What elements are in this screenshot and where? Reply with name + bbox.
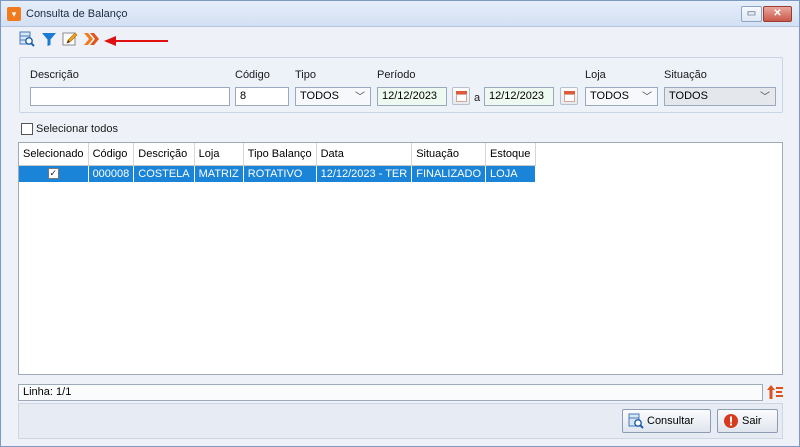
bottom-button-panel: Consultar Sair xyxy=(18,403,783,439)
window-title: Consulta de Balanço xyxy=(26,8,128,20)
consultar-button[interactable]: Consultar xyxy=(622,409,711,433)
status-bar: Linha: 1/1 xyxy=(18,384,763,401)
row-checkbox[interactable]: ✓ xyxy=(47,168,59,180)
sair-button[interactable]: Sair xyxy=(717,409,778,433)
search-grid-icon xyxy=(628,413,644,429)
descricao-label: Descrição xyxy=(30,69,79,81)
situacao-label: Situação xyxy=(664,69,707,81)
column-header[interactable]: Estoque xyxy=(485,143,537,166)
restore-button[interactable]: ▭ xyxy=(741,6,762,22)
select-all-label: Selecionar todos xyxy=(36,123,118,135)
column-header[interactable]: Descrição xyxy=(133,143,195,166)
search-grid-icon[interactable] xyxy=(19,31,35,47)
periodo-separator: a xyxy=(474,92,481,104)
chevron-down-icon: ﹀ xyxy=(355,92,365,103)
table-cell: COSTELA xyxy=(133,165,195,182)
table-cell: ROTATIVO xyxy=(243,165,317,182)
column-header[interactable]: Selecionado xyxy=(19,143,89,166)
table-row[interactable]: ✓ 000008 COSTELA MATRIZ ROTATIVO 12/12/2… xyxy=(19,165,537,182)
select-all-checkbox[interactable] xyxy=(21,123,33,135)
loja-label: Loja xyxy=(585,69,606,81)
table-cell: MATRIZ xyxy=(194,165,244,182)
main-window: ▾ Consulta de Balanço ▭ ✕ Descrição Códi… xyxy=(0,0,800,447)
close-button[interactable]: ✕ xyxy=(763,6,792,22)
chevron-down-icon: ﹀ xyxy=(760,92,770,103)
column-header[interactable]: Tipo Balanço xyxy=(243,143,317,166)
table-cell: FINALIZADO xyxy=(411,165,487,182)
exit-icon xyxy=(724,414,738,428)
edit-icon[interactable] xyxy=(62,31,78,47)
table-cell: LOJA xyxy=(485,165,537,182)
situacao-select-value: TODOS xyxy=(669,90,708,102)
red-arrow-annotation xyxy=(104,36,168,46)
column-header[interactable]: Situação xyxy=(411,143,487,166)
codigo-label: Código xyxy=(235,69,270,81)
sort-priority-icon[interactable] xyxy=(767,384,783,400)
title-bar: ▾ Consulta de Balanço ▭ ✕ xyxy=(1,1,799,27)
table-cell: 12/12/2023 - TER xyxy=(316,165,413,182)
results-table: Selecionado Código Descrição Loja Tipo B… xyxy=(19,143,537,182)
descricao-input[interactable] xyxy=(30,87,230,106)
loja-select[interactable]: TODOS ﹀ xyxy=(585,87,658,106)
tipo-label: Tipo xyxy=(295,69,316,81)
loja-select-value: TODOS xyxy=(590,90,629,102)
chevron-down-icon: ﹀ xyxy=(642,92,652,103)
sair-label: Sair xyxy=(742,415,762,427)
periodo-label: Período xyxy=(377,69,416,81)
column-header[interactable]: Data xyxy=(316,143,413,166)
results-grid[interactable]: Selecionado Código Descrição Loja Tipo B… xyxy=(18,142,783,375)
periodo-start-input[interactable]: 12/12/2023 xyxy=(377,87,447,106)
calendar-end-button[interactable] xyxy=(560,87,578,105)
codigo-input[interactable]: 8 xyxy=(235,87,289,106)
app-icon: ▾ xyxy=(7,7,21,21)
tipo-select-value: TODOS xyxy=(300,90,339,102)
consultar-label: Consultar xyxy=(647,415,695,427)
table-cell: 000008 xyxy=(88,165,135,182)
periodo-end-input[interactable]: 12/12/2023 xyxy=(484,87,554,106)
filter-panel: Descrição Código 8 Tipo TODOS ﹀ Período … xyxy=(19,57,783,113)
column-header[interactable]: Código xyxy=(88,143,135,166)
row-select-cell[interactable]: ✓ xyxy=(19,165,89,182)
situacao-select[interactable]: TODOS ﹀ xyxy=(664,87,776,106)
calendar-start-button[interactable] xyxy=(452,87,470,105)
tipo-select[interactable]: TODOS ﹀ xyxy=(295,87,371,106)
filter-icon[interactable] xyxy=(41,31,57,47)
table-header-row: Selecionado Código Descrição Loja Tipo B… xyxy=(19,143,537,166)
column-header[interactable]: Loja xyxy=(194,143,244,166)
forward-icon[interactable] xyxy=(83,31,99,47)
